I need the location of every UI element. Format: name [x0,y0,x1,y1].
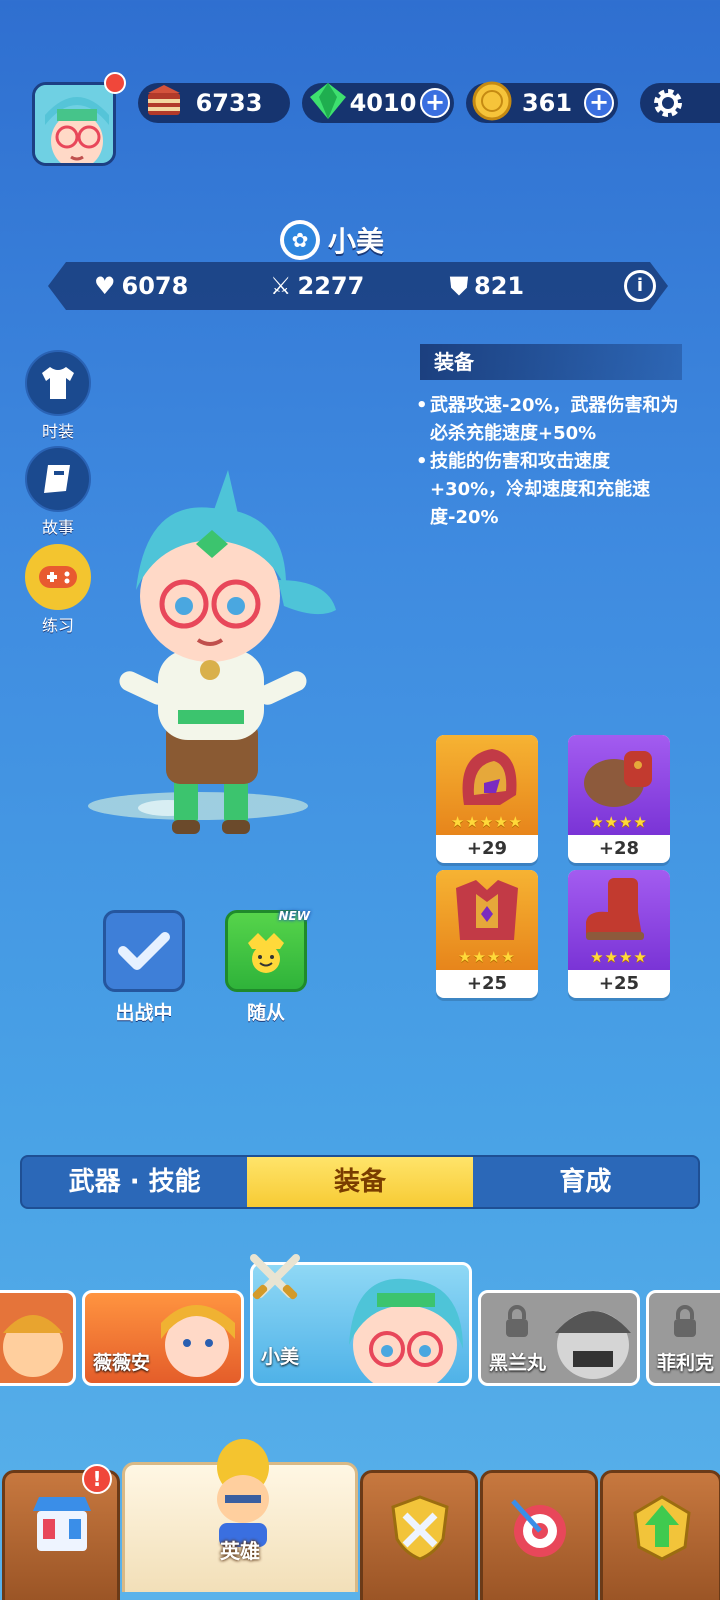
nav-hero-label: 英雄 [220,1539,260,1563]
heart-icon: ♥ [94,272,116,300]
cake-value: 6733 [195,89,263,117]
tab-equipment[interactable]: 装备 [247,1157,473,1207]
target-icon [511,1499,566,1557]
crossed-swords-icon [250,1254,300,1300]
deploy-button[interactable]: 出战中 [103,910,185,1025]
hero-nav-icon [217,1439,269,1547]
settings-button[interactable] [640,83,720,123]
shirt-icon [42,367,74,399]
boot-icon [586,878,644,940]
equipment-level: +29 [466,838,508,859]
lock-icon [674,1305,696,1337]
hero-card-name: 薇薇安 [93,1352,151,1374]
info-icon[interactable]: i [624,270,656,302]
upgrade-arrow-icon [633,1495,691,1561]
hero-card-name: 黑兰丸 [489,1352,547,1374]
player-avatar[interactable] [32,82,116,166]
shield-icon: ⛊ [450,272,468,300]
tab-weapon-skill[interactable]: 武器 · 技能 [22,1157,247,1207]
coin-counter: 361 + [466,81,618,123]
hero-class-icon: ✿ [280,220,320,260]
defense-stat: ⛊ 821 [450,268,524,304]
hero-card[interactable]: 薇薇安 [82,1290,244,1386]
shop-alert-badge: ! [82,1464,112,1494]
gear-icon [654,89,682,117]
book-icon [44,465,70,493]
equipment-slot-boot[interactable]: ★★★★ +25 [568,870,670,998]
gamepad-icon [39,566,77,588]
hero-card[interactable] [0,1290,76,1386]
gem-counter: 4010 + [302,83,454,123]
notification-dot [104,72,126,94]
rating-stars: ★★★★ [590,948,648,966]
story-button[interactable]: 故事 [24,446,92,538]
hero-portrait [3,1315,63,1377]
rating-stars: ★★★★ [458,948,516,966]
costume-button[interactable]: 时装 [24,350,92,442]
tab-growth[interactable]: 育成 [473,1157,698,1207]
effect-line: 技能的伤害和攻击速度+30%，冷却速度和充能速度-20% [416,448,686,532]
equipment-level: +25 [598,973,640,994]
equipment-slot-armor[interactable]: ★★★★ +25 [436,870,538,998]
rating-stars: ★★★★ [590,813,648,831]
attack-stat: ⚔ 2277 [270,268,364,304]
hero-card-name: 菲利克 [657,1352,715,1374]
lock-icon [506,1305,528,1337]
nav-battle[interactable] [360,1470,478,1600]
effect-line: 武器攻速-20%，武器伤害和为必杀充能速度+50% [416,392,686,448]
sword-icon: ⚔ [270,272,292,300]
nav-target[interactable] [480,1470,598,1600]
practice-button[interactable]: 练习 [24,544,92,636]
nav-upgrade[interactable] [600,1470,720,1600]
new-badge: NEW [278,909,310,923]
practice-label: 练习 [41,616,74,635]
equipment-level: +28 [598,838,640,859]
equipment-section-title: 装备 [420,344,682,380]
check-icon [118,932,170,970]
defense-value: 821 [474,272,525,300]
crown-face-icon [248,933,284,973]
follower-label: 随从 [246,1002,285,1024]
add-gems-button[interactable]: + [420,88,450,118]
glove-icon [584,751,652,807]
cake-counter: 6733 [138,83,290,123]
add-coins-button[interactable]: + [584,88,614,118]
follower-button[interactable]: NEW 随从 [225,909,310,1025]
costume-label: 时装 [41,422,74,441]
story-label: 故事 [41,518,74,537]
equipment-slot-glove[interactable]: ★★★★ +28 [568,735,670,863]
equipment-slot-helmet[interactable]: ★★★★★ +29 [436,735,538,863]
equipment-effects-list: 武器攻速-20%，武器伤害和为必杀充能速度+50% 技能的伤害和攻击速度+30%… [416,392,686,532]
hero-card-name: 小美 [261,1346,300,1368]
hero-name-row: ✿ 小美 [280,220,384,260]
hero-character-model [88,470,336,834]
rating-stars: ★★★★★ [450,813,524,831]
nav-hero[interactable]: 英雄 [122,1439,358,1592]
armor-icon [456,880,518,940]
hero-detail-tabs: 武器 · 技能 装备 育成 [20,1155,700,1209]
health-stat: ♥ 6078 [94,268,188,304]
helmet-icon [462,749,517,805]
equipment-level: +25 [466,973,508,994]
health-value: 6078 [121,272,189,300]
hero-card-locked[interactable]: 黑兰丸 [478,1290,640,1386]
deploy-label: 出战中 [115,1002,173,1024]
battle-shield-icon [391,1495,449,1561]
shop-icon [33,1497,91,1551]
hero-name: 小美 [328,225,385,258]
hero-card-locked[interactable]: 菲利克 [646,1290,720,1386]
attack-value: 2277 [297,272,365,300]
